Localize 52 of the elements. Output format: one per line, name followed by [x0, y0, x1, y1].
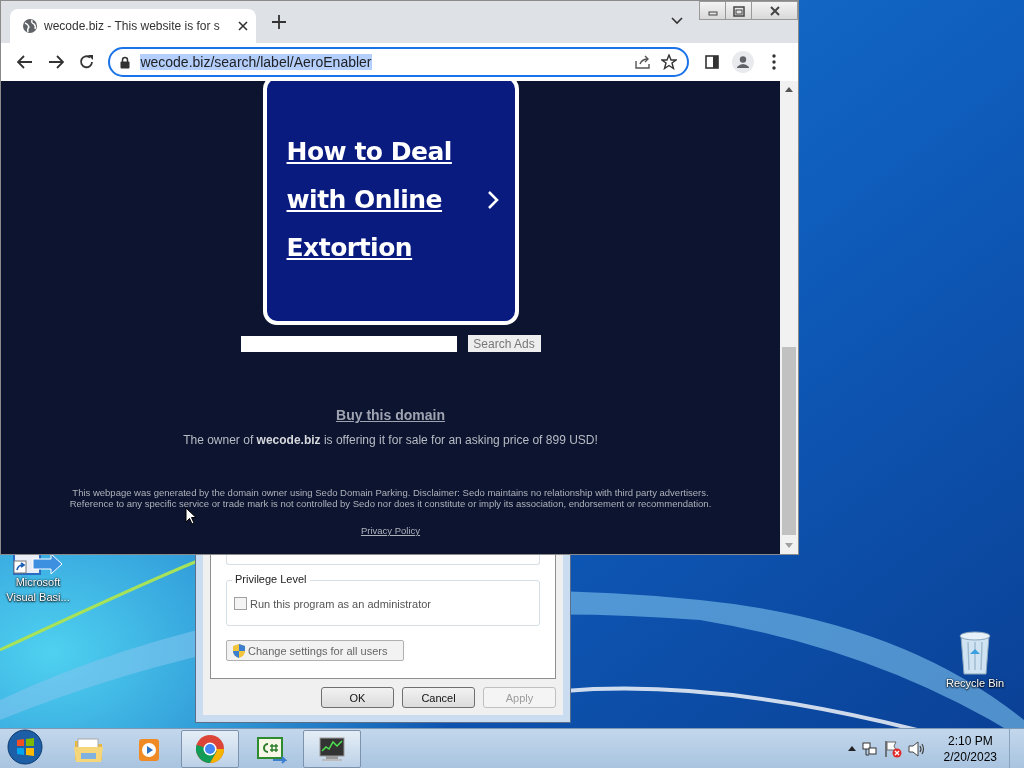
start-button-icon[interactable]	[7, 728, 43, 765]
desktop-icon-label[interactable]: Recycle Bin	[940, 676, 1010, 691]
forward-icon[interactable]	[47, 55, 64, 69]
maximize-icon[interactable]	[731, 4, 746, 17]
disclaimer-text: This webpage was generated by the domain owner using Sedo Domain Parking. Disclaimer: Sedo maintains no relationship with third party advertisers. Reference to any specific service or trade mark is not controlled by Sedo nor does it constitute or imply its association, endorsement or recommendation.	[69, 487, 712, 509]
group-title: Privilege Level	[232, 573, 310, 585]
sedo-link[interactable]: Sedo Domain Parking	[315, 487, 408, 498]
scrollbar[interactable]	[780, 81, 798, 554]
share-icon[interactable]	[634, 55, 651, 69]
chevron-right-icon	[486, 190, 499, 210]
ad-title-link[interactable]: How to Deal with Online Extortion	[286, 128, 487, 272]
address-bar[interactable]: wecode.biz/search/label/AeroEnabler	[108, 47, 689, 77]
ad-card[interactable]: How to Deal with Online Extortion	[262, 81, 519, 325]
profile-icon[interactable]	[732, 51, 755, 73]
close-icon[interactable]	[767, 4, 782, 17]
recycle-bin-icon[interactable]	[957, 630, 993, 676]
privacy-policy-link[interactable]: Privacy Policy	[360, 525, 421, 536]
chevron-down-icon[interactable]	[671, 17, 683, 25]
shield-icon	[231, 642, 247, 659]
menu-icon[interactable]	[772, 54, 777, 70]
side-panel-icon[interactable]	[705, 55, 720, 69]
shortcut-icon[interactable]	[13, 553, 63, 575]
cursor-icon	[185, 507, 197, 525]
new-tab-icon[interactable]	[272, 15, 286, 29]
clock-date[interactable]: 2/20/2023	[943, 748, 997, 765]
dialog-button[interactable]: OK	[321, 687, 394, 708]
chrome-icon	[194, 732, 226, 765]
tab-title: wecode.biz - This website is for s	[44, 19, 221, 33]
flag-icon[interactable]	[883, 739, 902, 758]
globe-icon	[22, 18, 38, 34]
dialog-button[interactable]: Cancel	[402, 687, 475, 708]
buy-domain-link[interactable]: Buy this domain	[336, 407, 445, 423]
url-text: wecode.biz/search/label/AeroEnabler	[140, 54, 373, 70]
search-field[interactable]	[240, 335, 457, 352]
scroll-up-icon[interactable]	[785, 87, 793, 92]
taskbar-button[interactable]	[303, 729, 361, 768]
close-icon[interactable]	[238, 21, 248, 31]
star-icon[interactable]	[660, 54, 677, 70]
tray-arrow-icon[interactable]	[847, 746, 856, 751]
checkbox-label: Run this program as an administrator	[250, 597, 431, 610]
clock-time[interactable]: 2:10 PM	[947, 732, 993, 749]
lock-icon	[120, 55, 131, 69]
network-icon[interactable]	[861, 740, 878, 757]
offer-text: The owner of wecode.biz is offering it for sale for an asking price of 899 USD!	[183, 433, 598, 447]
volume-icon[interactable]	[907, 740, 926, 757]
browser-tab[interactable]: wecode.biz - This website is for s	[10, 9, 256, 43]
reload-icon[interactable]	[78, 54, 95, 70]
scroll-thumb[interactable]	[782, 347, 796, 535]
checkbox[interactable]	[234, 597, 247, 610]
search-button[interactable]: Search Ads	[467, 335, 541, 352]
settings-button[interactable]: Change settings for all users	[226, 640, 404, 661]
back-icon[interactable]	[16, 55, 33, 69]
